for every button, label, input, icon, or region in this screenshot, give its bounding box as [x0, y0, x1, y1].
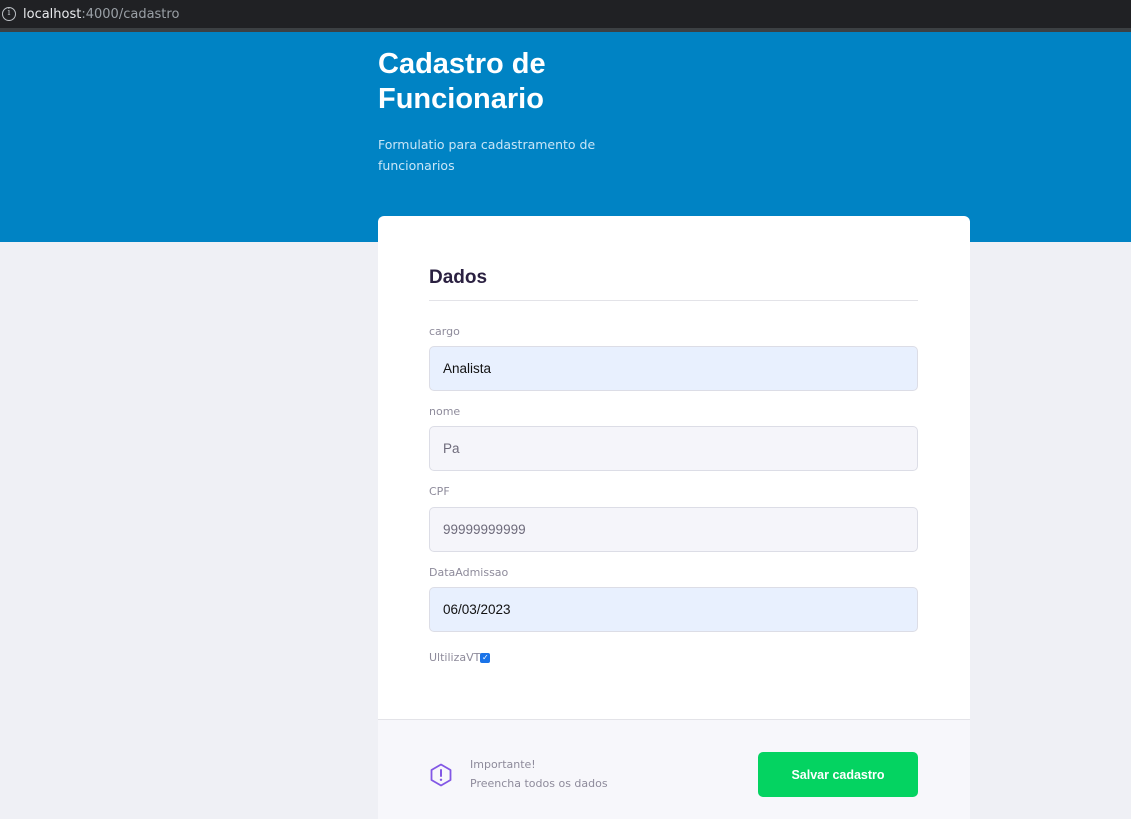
cargo-input[interactable] — [429, 346, 918, 391]
page-title: Cadastro de Funcionario — [378, 48, 546, 115]
section-divider — [429, 300, 918, 301]
warning-icon — [430, 763, 452, 787]
browser-address-bar[interactable]: i localhost:4000/cadastro — [0, 0, 1131, 28]
url-path: :4000/cadastro — [81, 6, 180, 22]
page-subtitle: Formulatio para cadastramento de funcion… — [378, 137, 596, 173]
note-body: Preencha todos os dados — [470, 777, 608, 790]
info-icon[interactable]: i — [2, 7, 16, 21]
section-title: Dados — [429, 267, 488, 288]
utiliza-vt-label: UltilizaVT — [429, 651, 481, 664]
data-admissao-label: DataAdmissao — [429, 566, 509, 579]
nome-label: nome — [429, 405, 461, 418]
save-button[interactable]: Salvar cadastro — [758, 752, 918, 797]
utiliza-vt-checkbox[interactable]: ✓ — [480, 652, 491, 663]
cpf-input[interactable] — [429, 507, 918, 552]
employee-form: Dados cargo nome CPF DataAdmissao Ultili… — [378, 216, 970, 819]
cargo-label: cargo — [429, 325, 460, 338]
url-host: localhost — [23, 6, 82, 22]
cpf-label: CPF — [429, 485, 450, 498]
form-footer: Importante! Preencha todos os dados Salv… — [378, 719, 970, 819]
nome-input[interactable] — [429, 426, 918, 471]
note-title: Importante! — [470, 758, 536, 771]
utiliza-vt-row: UltilizaVT ✓ — [429, 651, 491, 664]
data-admissao-input[interactable] — [429, 587, 918, 632]
